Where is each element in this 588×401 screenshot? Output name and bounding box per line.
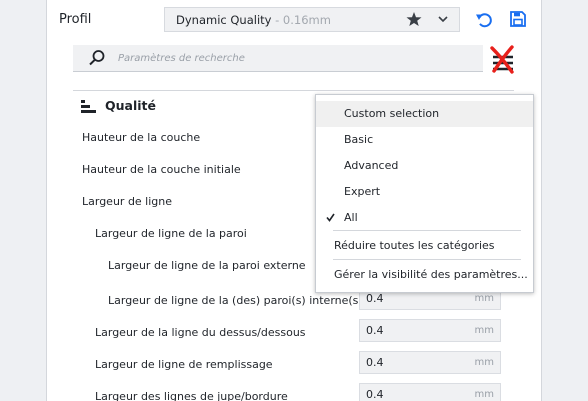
category-title: Qualité [105,98,156,113]
chevron-down-icon[interactable] [437,12,449,26]
setting-unit: mm [474,389,494,400]
setting-label: Hauteur de la couche [82,131,201,144]
category-icon [81,100,96,113]
filter-icon[interactable] [489,44,517,76]
setting-value-field[interactable]: 0.4 mm [359,319,501,342]
profile-label: Profil [59,12,92,27]
setting-label: Largeur des lignes de jupe/bordure [95,390,288,401]
profile-layer-height: - 0.16mm [271,13,331,27]
menu-item-advanced[interactable]: Advanced [316,153,533,179]
setting-label: Largeur de ligne de remplissage [95,358,273,371]
setting-label: Largeur de ligne de la paroi [95,227,247,240]
menu-item-label: Gérer la visibilité des paramètres... [334,268,528,281]
undo-icon[interactable] [474,9,494,29]
star-icon[interactable] [406,10,422,28]
setting-row[interactable]: Largeur de la ligne du dessus/dessous 0.… [47,319,541,351]
setting-row[interactable]: Largeur des lignes de jupe/bordure 0.4 m… [47,383,541,401]
search-icon [89,50,105,66]
setting-value: 0.4 [366,356,384,369]
menu-separator [333,230,521,231]
menu-item-label: Basic [344,133,374,146]
menu-item-expert[interactable]: Expert [316,179,533,205]
menu-item-custom-selection[interactable]: Custom selection [316,101,533,127]
menu-item-label: Réduire toutes les catégories [334,239,495,252]
visibility-dropdown-menu: Custom selection Basic Advanced Expert A… [315,94,534,293]
search-bar[interactable] [73,45,483,72]
menu-item-label: Advanced [344,159,399,172]
setting-value: 0.4 [366,388,384,401]
profile-select[interactable]: Dynamic Quality - 0.16mm [164,7,460,32]
setting-unit: mm [474,357,494,368]
check-icon [326,213,335,222]
header-divider [73,90,514,91]
setting-value-field[interactable]: 0.4 mm [359,351,501,374]
menu-item-label: All [344,211,358,224]
setting-unit: mm [474,293,494,304]
setting-unit: mm [474,325,494,336]
setting-label: Largeur de ligne de la paroi externe [108,259,306,272]
menu-item-manage-visibility[interactable]: Gérer la visibilité des paramètres... [316,262,533,288]
profile-name-text: Dynamic Quality [176,13,272,27]
menu-separator [333,259,521,260]
setting-label: Largeur de ligne [82,195,173,208]
menu-item-label: Custom selection [344,107,440,120]
menu-item-collapse-all[interactable]: Réduire toutes les catégories [316,233,533,259]
setting-value: 0.4 [366,292,384,305]
setting-label: Largeur de ligne de la (des) paroi(s) in… [108,294,363,307]
setting-value-field[interactable]: 0.4 mm [359,383,501,401]
setting-label: Hauteur de la couche initiale [82,163,241,176]
menu-item-all[interactable]: All [316,205,533,231]
menu-item-basic[interactable]: Basic [316,127,533,153]
setting-value: 0.4 [366,324,384,337]
setting-row[interactable]: Largeur de ligne de remplissage 0.4 mm [47,351,541,383]
save-icon[interactable] [508,9,528,29]
setting-label: Largeur de la ligne du dessus/dessous [95,326,306,339]
menu-item-label: Expert [344,185,381,198]
profile-name: Dynamic Quality - 0.16mm [176,13,331,27]
search-input[interactable] [118,50,468,66]
